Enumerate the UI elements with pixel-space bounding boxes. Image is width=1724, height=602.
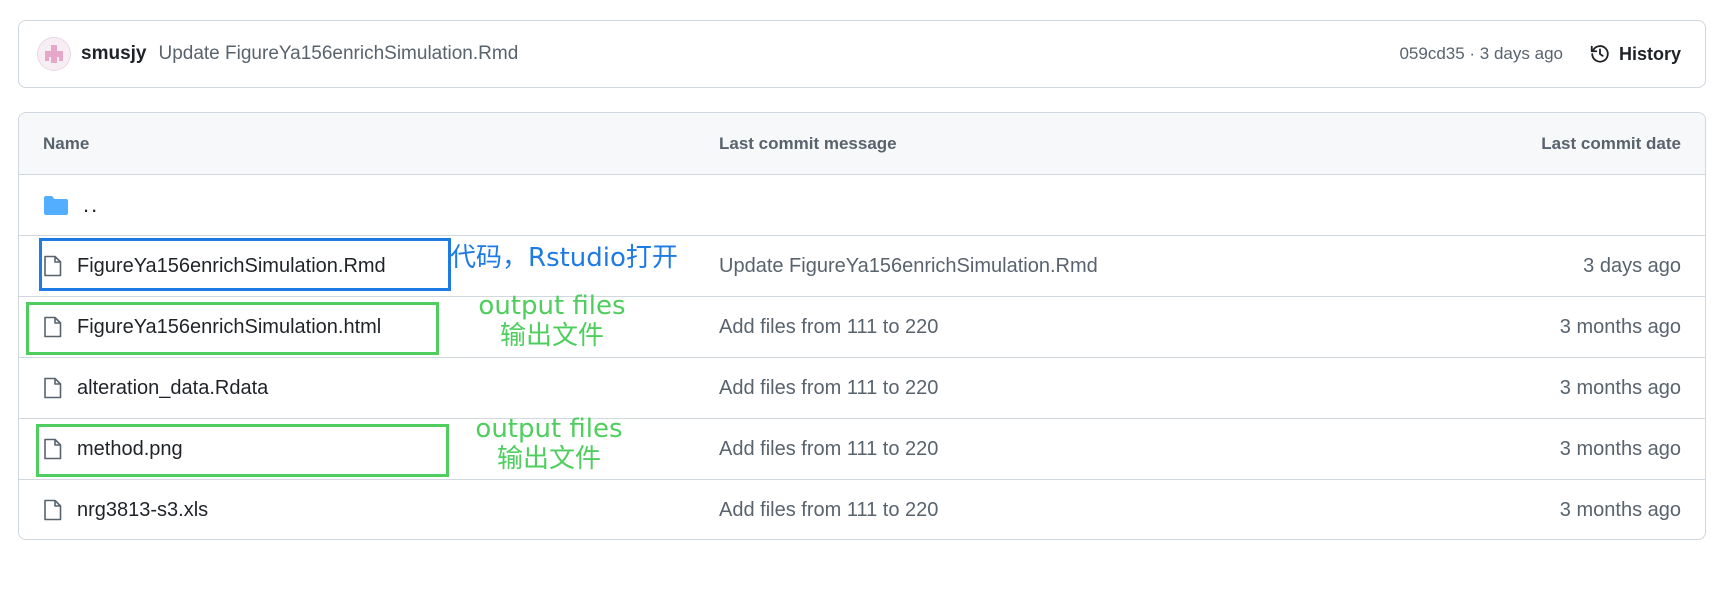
column-header-name: Name <box>43 133 90 153</box>
file-commit-message-link[interactable]: Update FigureYa156enrichSimulation.Rmd <box>719 255 1098 278</box>
file-commit-message-link[interactable]: Add files from 111 to 220 <box>719 316 938 339</box>
history-icon <box>1590 45 1609 63</box>
file-icon <box>44 377 62 399</box>
commit-author-link[interactable]: smusjy <box>81 43 146 65</box>
table-row: alteration_data.Rdata Add files from 111… <box>19 357 1705 418</box>
avatar[interactable] <box>37 37 71 71</box>
table-row: nrg3813-s3.xls Add files from 111 to 220… <box>19 479 1705 539</box>
latest-commit-bar: smusjy Update FigureYa156enrichSimulatio… <box>18 20 1706 88</box>
file-icon <box>44 499 62 521</box>
output-files-annotation-zh: 输出文件 <box>499 320 604 351</box>
file-commit-date: 3 months ago <box>1559 315 1681 338</box>
file-name-link[interactable]: alteration_data.Rdata <box>77 377 268 400</box>
output-files-annotation-zh: 输出文件 <box>496 443 601 474</box>
identicon-icon <box>45 45 63 63</box>
file-name-link[interactable]: nrg3813-s3.xls <box>77 499 208 522</box>
file-commit-message-link[interactable]: Add files from 111 to 220 <box>719 499 938 522</box>
file-commit-date: 3 days ago <box>1583 254 1681 277</box>
history-label: History <box>1618 43 1681 64</box>
file-commit-message-link[interactable]: Add files from 111 to 220 <box>719 377 938 400</box>
parent-directory-link[interactable]: .. <box>83 192 99 218</box>
output-files-annotation: output files 输出文件 <box>467 414 631 475</box>
output-files-annotation-en: output files <box>478 291 626 321</box>
column-header-message: Last commit message <box>719 133 897 153</box>
code-file-annotation: 代码，Rstudio打开 <box>450 243 678 273</box>
code-file-highlight-box <box>39 238 451 291</box>
output-file-highlight-box <box>36 424 449 477</box>
file-commit-message-link[interactable]: Add files from 111 to 220 <box>719 438 938 461</box>
commit-message-link[interactable]: Update FigureYa156enrichSimulation.Rmd <box>158 43 518 65</box>
file-commit-date: 3 months ago <box>1559 498 1681 521</box>
parent-directory-row[interactable]: .. <box>19 174 1705 235</box>
table-header: Name Last commit message Last commit dat… <box>19 113 1705 174</box>
output-files-annotation: output files 输出文件 <box>470 291 634 352</box>
file-commit-date: 3 months ago <box>1559 437 1681 460</box>
file-commit-date: 3 months ago <box>1559 376 1681 399</box>
column-header-date: Last commit date <box>1541 133 1681 153</box>
folder-icon <box>44 196 68 215</box>
output-file-highlight-box <box>26 302 439 355</box>
history-button[interactable]: History <box>1589 43 1681 65</box>
output-files-annotation-en: output files <box>475 414 623 444</box>
commit-hash-and-time[interactable]: 059cd35 · 3 days ago <box>1399 44 1563 64</box>
